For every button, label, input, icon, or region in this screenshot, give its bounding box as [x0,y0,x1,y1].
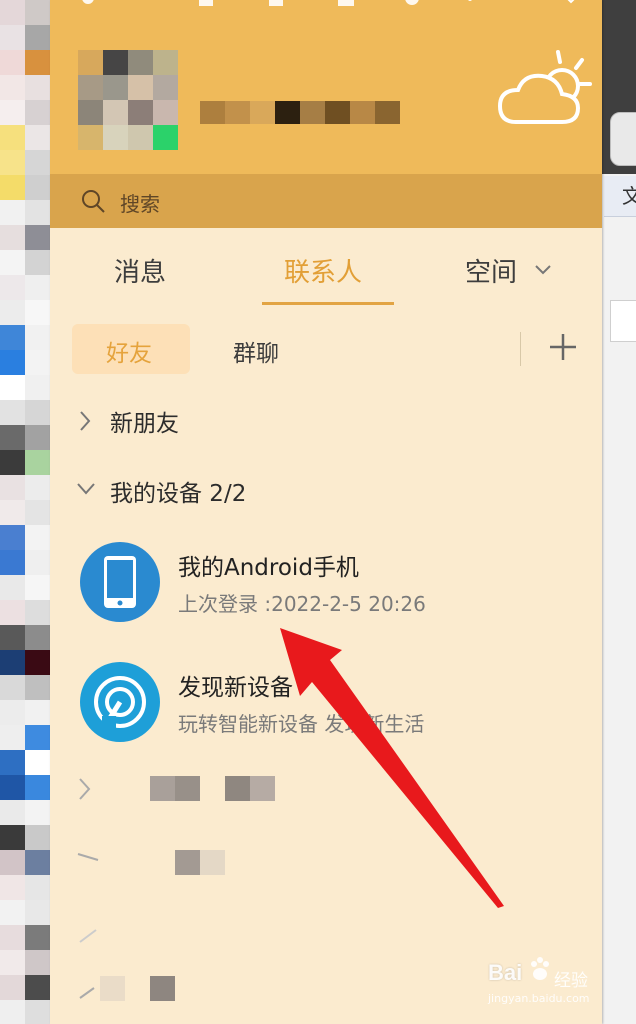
watermark-name: 经验 [554,971,588,991]
device-discover-new[interactable]: 发现新设备 玩转智能新设备 发现新生活 [50,662,602,754]
divider [520,332,521,366]
contact-subtabs: 好友 群聊 [50,320,602,378]
file-icon[interactable] [266,0,286,10]
add-contact-icon[interactable] [548,332,578,362]
chevron-down-icon[interactable] [534,264,552,276]
more-icon[interactable] [460,0,480,10]
device-android-phone[interactable]: 我的Android手机 上次登录 :2022-2-5 20:26 [50,542,602,634]
contacts-panel: 搜索 消息 联系人 空间 好友 群聊 新朋友 我的设备 2/2 我的Androi… [50,0,602,1024]
background-header-cell: 文 [604,176,636,217]
watermark-brand: Bai [488,960,523,985]
compass-icon[interactable] [402,0,422,10]
group-label: 新朋友 [110,411,179,437]
chevron-right-icon [79,778,91,800]
chevron-right-icon [77,853,99,861]
background-input-box [610,300,636,342]
bookmark-icon[interactable] [196,0,216,10]
group-row-blurred[interactable] [50,838,602,888]
group-my-devices[interactable]: 我的设备 2/2 [50,468,602,512]
close-icon[interactable] [558,0,584,12]
device-name: 发现新设备 [178,675,293,701]
search-icon [82,190,105,213]
user-icon[interactable] [78,0,98,10]
profile-header [50,0,602,174]
background-window-right: 文 [602,0,636,1024]
group-new-friends[interactable]: 新朋友 [50,398,602,442]
group-row-blurred[interactable] [50,764,602,814]
main-tabs: 消息 联系人 空间 [50,228,602,308]
device-last-login: 上次登录 :2022-2-5 20:26 [178,592,426,616]
chevron-down-icon [77,483,95,495]
subtab-groups[interactable]: 群聊 [233,334,279,368]
watermark: Bai 经验 jingyan.baidu.com [488,956,608,1016]
search-input[interactable]: 搜索 [120,188,160,217]
chevron-right-icon [80,411,91,431]
subtab-friends[interactable]: 好友 [72,324,190,374]
phone-icon [80,542,160,622]
device-description: 玩转智能新设备 发现新生活 [178,712,425,736]
group-row-blurred[interactable] [50,910,602,960]
wireless-icon [80,662,160,742]
background-window-left [0,0,50,1024]
active-tab-indicator [262,302,394,305]
search-bar[interactable]: 搜索 [50,174,602,228]
tab-space[interactable]: 空间 [465,252,517,289]
tab-messages[interactable]: 消息 [114,252,166,289]
paw-icon [531,957,549,980]
chevron-right-icon [79,987,95,999]
weather-icon[interactable] [496,46,592,130]
device-name: 我的Android手机 [178,555,359,581]
watermark-url: jingyan.baidu.com [488,992,590,1005]
tab-contacts[interactable]: 联系人 [284,252,362,289]
background-button [610,112,636,166]
chevron-right-icon [79,929,97,943]
mail-icon[interactable] [336,0,356,10]
subtab-friends-label: 好友 [106,341,152,367]
group-label: 我的设备 2/2 [110,481,247,507]
